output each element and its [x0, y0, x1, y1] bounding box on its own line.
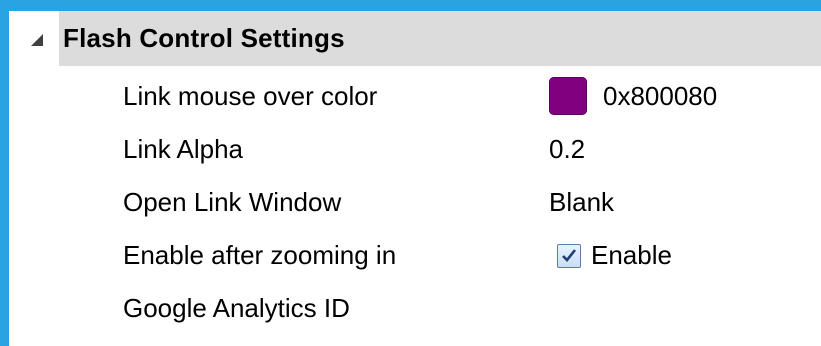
property-value[interactable]: Blank: [549, 187, 614, 218]
property-row-open-link-window[interactable]: Open Link Window Blank: [9, 177, 821, 229]
section-header[interactable]: Flash Control Settings: [9, 11, 821, 66]
section-title: Flash Control Settings: [63, 23, 345, 53]
property-label: Link mouse over color: [123, 81, 378, 111]
property-label: Enable after zooming in: [123, 240, 397, 270]
enable-checkbox[interactable]: [557, 243, 581, 268]
property-value[interactable]: 0x800080: [549, 77, 717, 115]
property-value[interactable]: Enable: [557, 240, 672, 271]
property-label: Google Analytics ID: [123, 293, 350, 323]
color-swatch[interactable]: [549, 77, 587, 115]
property-row-link-mouse-over-color[interactable]: Link mouse over color 0x800080: [9, 71, 821, 123]
property-row-link-alpha[interactable]: Link Alpha 0.2: [9, 124, 821, 176]
property-grid: Flash Control Settings Link mouse over c…: [9, 11, 821, 346]
color-value-text: 0x800080: [603, 80, 718, 111]
property-row-enable-after-zooming-in[interactable]: Enable after zooming in Enable: [9, 230, 821, 282]
property-value[interactable]: 0.2: [549, 134, 585, 165]
collapse-triangle-icon[interactable]: [25, 28, 47, 50]
enable-label: Enable: [591, 240, 672, 270]
property-label: Link Alpha: [123, 134, 243, 164]
property-row-google-analytics-id[interactable]: Google Analytics ID: [9, 283, 821, 335]
checkmark-icon: [562, 248, 577, 262]
property-label: Open Link Window: [123, 187, 342, 217]
